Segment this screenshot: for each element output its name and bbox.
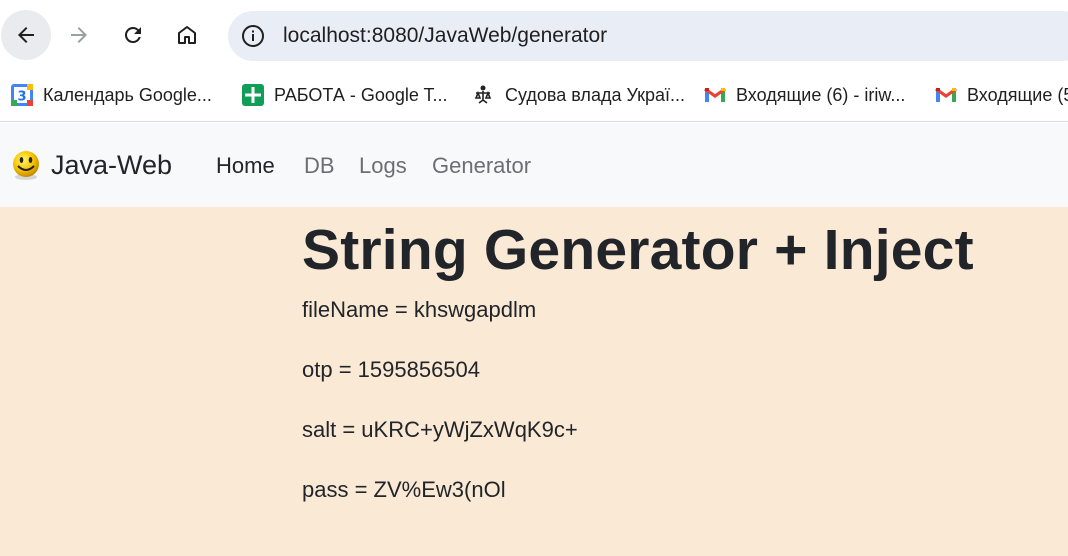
smiley-icon xyxy=(13,151,39,180)
page-content: Java-Web Home DB Logs Generator String G… xyxy=(0,123,1068,556)
bookmark-label: РАБОТА - Google T... xyxy=(274,84,448,105)
salt-value: salt = uKRC+yWjZxWqK9c+ xyxy=(302,417,578,442)
bookmark-court[interactable]: Судова влада Украї... xyxy=(472,80,685,110)
brand-name: Java-Web xyxy=(51,150,173,180)
reload-button[interactable] xyxy=(108,10,158,60)
nav-link-generator[interactable]: Generator xyxy=(432,151,531,181)
bookmark-gmail-1[interactable]: Входящие (6) - iriw... xyxy=(703,80,905,110)
nav-link-home[interactable]: Home xyxy=(216,151,275,181)
forward-button[interactable] xyxy=(54,10,104,60)
bookmark-label: Календарь Google... xyxy=(43,84,212,105)
gmail-icon xyxy=(934,83,958,107)
file-name-value: fileName = khswgapdlm xyxy=(302,297,537,322)
arrow-right-icon xyxy=(71,27,87,43)
home-button[interactable] xyxy=(162,10,212,60)
address-bar[interactable]: localhost:8080/JavaWeb/generator xyxy=(228,11,1068,61)
info-icon[interactable] xyxy=(240,23,266,49)
back-button[interactable] xyxy=(1,10,51,60)
bookmark-label: Судова влада Украї... xyxy=(505,84,685,105)
site-navbar: Java-Web Home DB Logs Generator xyxy=(0,123,1068,207)
bookmarks-bar: 3 Календарь Google... РАБОТА - Google T.… xyxy=(0,70,1068,122)
home-icon xyxy=(178,26,196,44)
brand-link[interactable]: Java-Web xyxy=(10,147,172,183)
nav-link-db[interactable]: DB xyxy=(304,151,335,181)
svg-text:3: 3 xyxy=(17,90,26,105)
gmail-icon xyxy=(703,83,727,107)
google-sheets-icon xyxy=(241,83,265,107)
court-emblem-icon xyxy=(472,83,496,107)
page-title: String Generator + Inject xyxy=(302,218,974,282)
nav-link-logs[interactable]: Logs xyxy=(359,151,407,181)
bookmark-label: Входящие (6) - iriw... xyxy=(736,84,906,105)
reload-icon xyxy=(124,26,141,43)
url-text[interactable]: localhost:8080/JavaWeb/generator xyxy=(283,23,607,49)
browser-toolbar: localhost:8080/JavaWeb/generator xyxy=(0,0,1068,70)
google-calendar-icon: 3 xyxy=(10,83,34,107)
bookmark-label: Входящие (5 xyxy=(967,84,1068,105)
pass-value: pass = ZV%Ew3(nOl xyxy=(302,477,506,502)
bookmark-google-sheets[interactable]: РАБОТА - Google T... xyxy=(241,80,448,110)
arrow-left-icon xyxy=(18,27,34,43)
bookmark-gmail-2[interactable]: Входящие (5 xyxy=(934,80,1068,110)
bookmark-google-calendar[interactable]: 3 Календарь Google... xyxy=(10,80,212,110)
otp-value: otp = 1595856504 xyxy=(302,357,481,382)
